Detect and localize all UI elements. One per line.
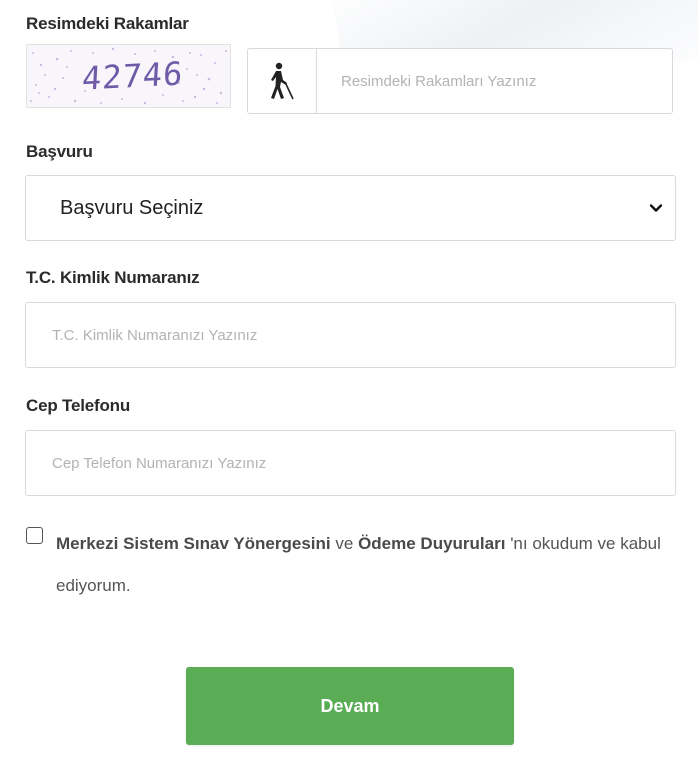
tc-id-label: T.C. Kimlik Numaranız [26, 268, 200, 287]
captcha-field [247, 48, 673, 114]
phone-field [25, 430, 676, 496]
accessibility-audio-button[interactable] [248, 49, 317, 113]
captcha-image: 42746 [26, 44, 231, 108]
phone-input[interactable] [26, 431, 675, 495]
exam-directive-link[interactable]: Merkezi Sistem Sınav Yönergesini [56, 534, 331, 553]
payment-announcements-link[interactable]: Ödeme Duyuruları [358, 534, 505, 553]
continue-button[interactable]: Devam [186, 667, 514, 745]
consent-checkbox[interactable] [26, 527, 43, 544]
application-select[interactable]: Başvuru Seçiniz [25, 175, 676, 241]
phone-label: Cep Telefonu [26, 396, 131, 415]
captcha-label: Resimdeki Rakamlar [26, 14, 189, 33]
captcha-code: 42746 [81, 54, 185, 98]
consent-connector: ve [335, 534, 354, 553]
chevron-down-icon [649, 204, 663, 212]
captcha-input[interactable] [317, 49, 672, 113]
application-label: Başvuru [26, 142, 93, 161]
blind-person-icon [271, 62, 294, 100]
tc-id-field [25, 302, 676, 368]
application-select-value: Başvuru Seçiniz [60, 196, 204, 219]
consent-text: Merkezi Sistem Sınav Yönergesini ve Ödem… [56, 523, 666, 607]
tc-id-input[interactable] [26, 303, 675, 367]
